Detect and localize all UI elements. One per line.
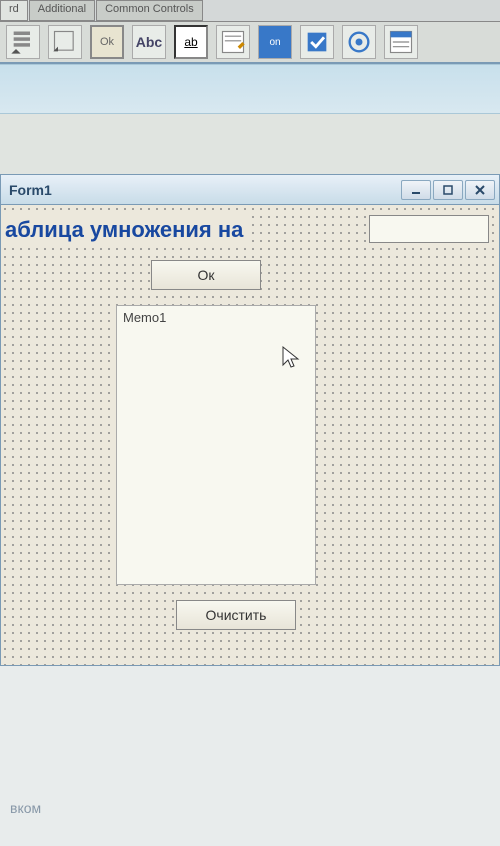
palette-checkbox-icon[interactable] <box>300 25 334 59</box>
form-designer-window: Form1 аблица умножения на Ок Memo1 Очист… <box>0 174 500 666</box>
palette-toggle-text: on <box>269 37 280 48</box>
palette-radiobutton-icon[interactable] <box>342 25 376 59</box>
bottom-text: вком <box>10 800 41 816</box>
minimize-button[interactable] <box>401 180 431 200</box>
form-title: Form1 <box>9 182 52 198</box>
palette-popupmenu-icon[interactable] <box>48 25 82 59</box>
ide-gap <box>0 114 500 174</box>
tab-standard[interactable]: rd <box>0 0 28 21</box>
palette-listbox-icon[interactable] <box>384 25 418 59</box>
maximize-button[interactable] <box>433 180 463 200</box>
edit-input[interactable] <box>369 215 489 243</box>
component-palette: Ok Abc ab on <box>0 22 500 64</box>
palette-label-text: Abc <box>136 34 162 50</box>
cursor-icon <box>281 345 301 376</box>
bottom-area: вком <box>0 666 500 846</box>
form-design-surface[interactable]: аблица умножения на Ок Memo1 Очистить <box>1 205 499 665</box>
tab-additional[interactable]: Additional <box>29 0 95 21</box>
ok-button[interactable]: Ок <box>151 260 261 290</box>
label-title[interactable]: аблица умножения на <box>1 215 247 245</box>
tab-common-controls[interactable]: Common Controls <box>96 0 203 21</box>
palette-edit-icon[interactable]: ab <box>174 25 208 59</box>
window-controls <box>401 180 495 200</box>
palette-button-icon[interactable]: Ok <box>90 25 124 59</box>
ide-tab-strip: rd Additional Common Controls <box>0 0 500 22</box>
palette-togglebox-icon[interactable]: on <box>258 25 292 59</box>
clear-button[interactable]: Очистить <box>176 600 296 630</box>
palette-mainmenu-icon[interactable] <box>6 25 40 59</box>
palette-memo-icon[interactable] <box>216 25 250 59</box>
palette-edit-text: ab <box>184 35 197 49</box>
close-button[interactable] <box>465 180 495 200</box>
ide-spacer-band <box>0 64 500 114</box>
form-titlebar[interactable]: Form1 <box>1 175 499 205</box>
palette-label-icon[interactable]: Abc <box>132 25 166 59</box>
palette-button-label: Ok <box>100 36 114 48</box>
